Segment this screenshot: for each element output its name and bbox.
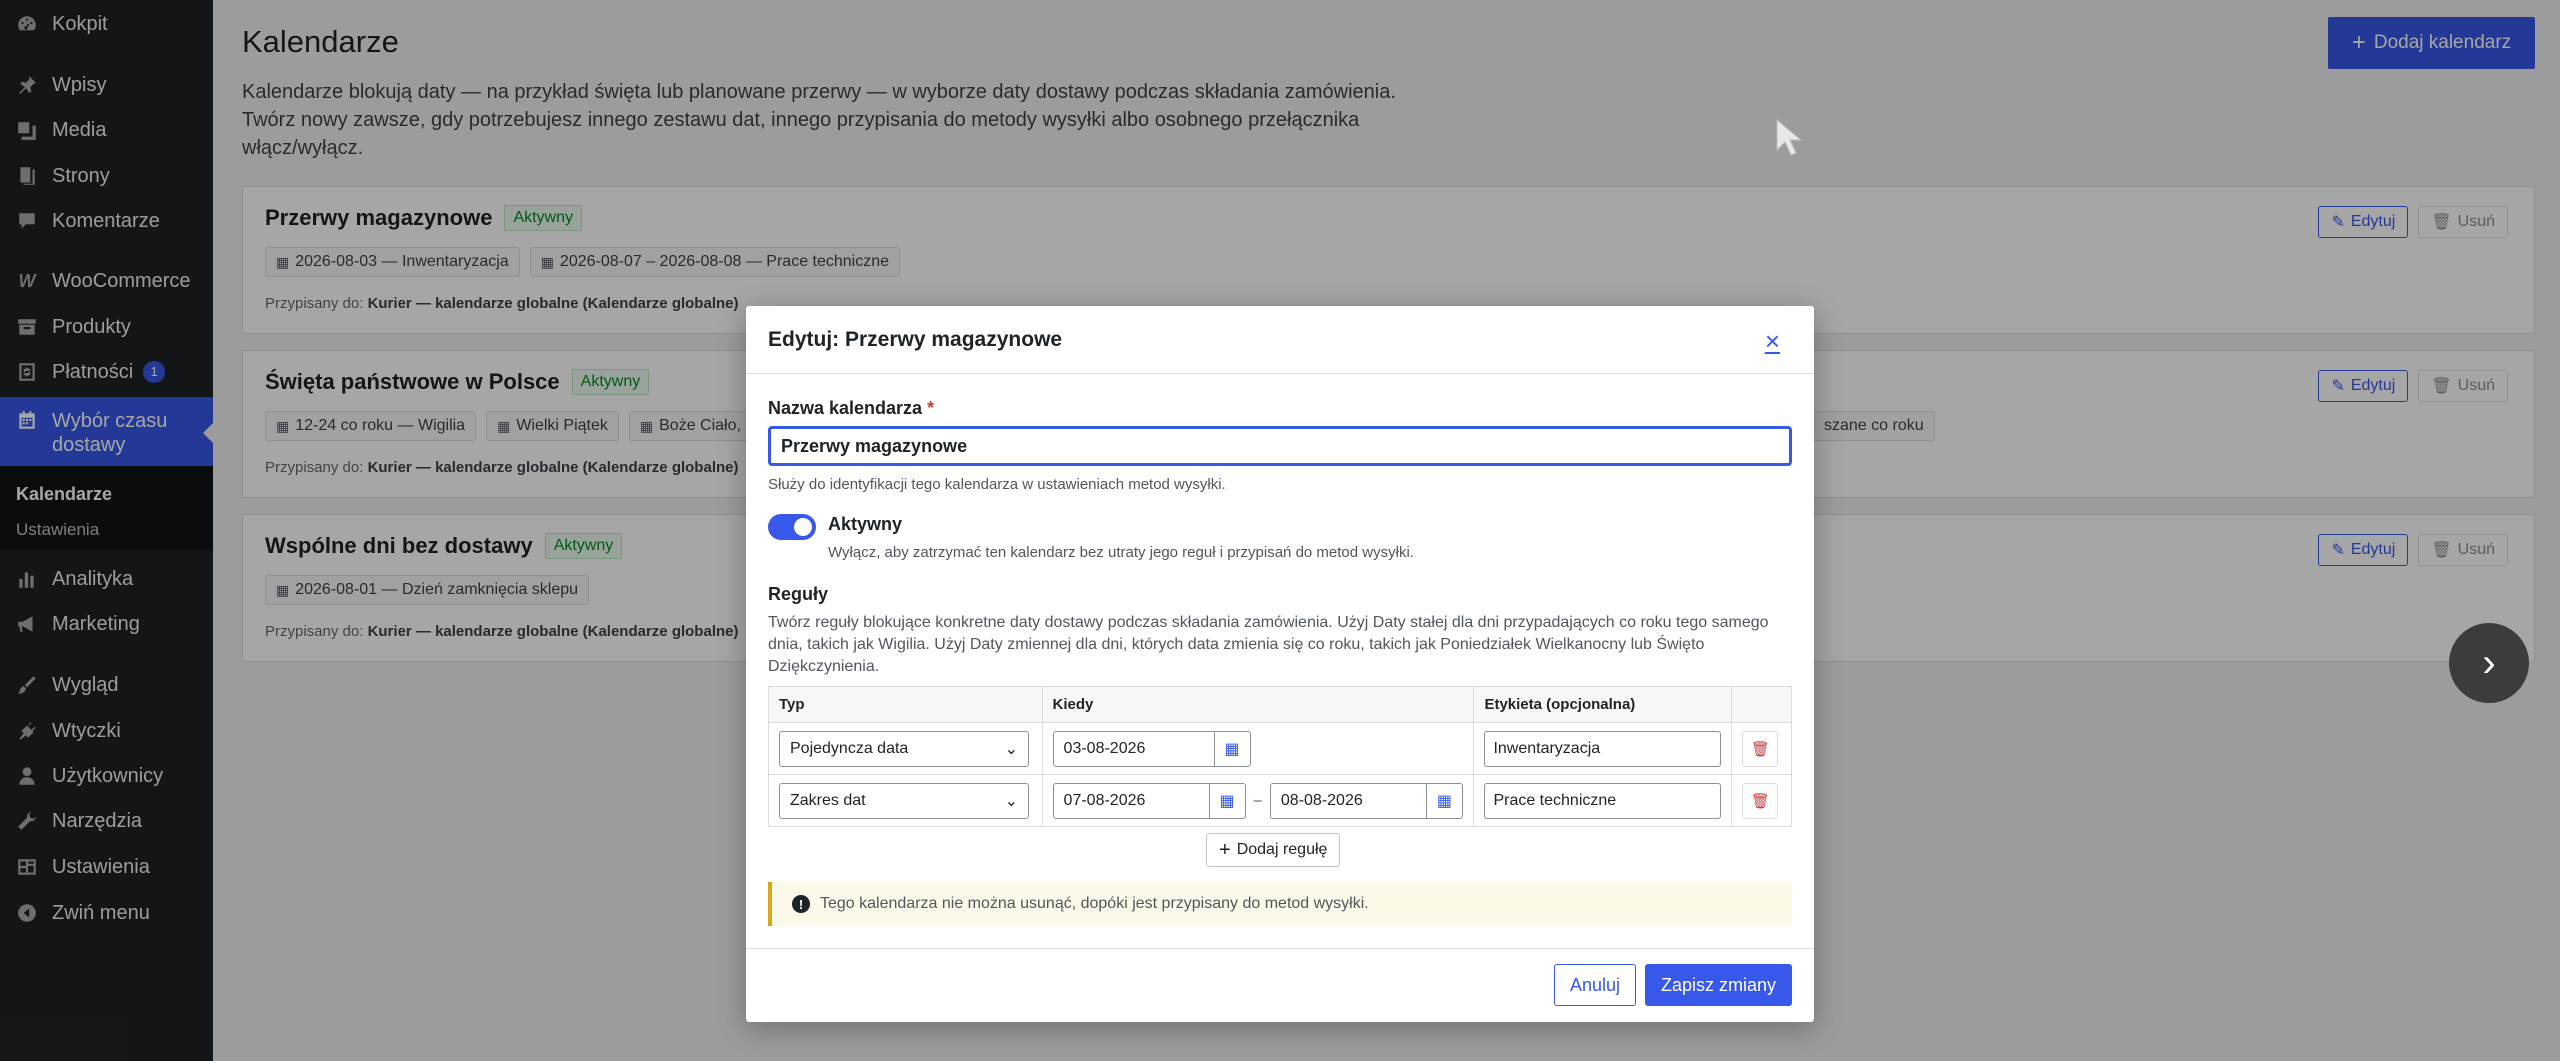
rule-label-input[interactable]: Prace techniczne [1484, 782, 1722, 819]
chevron-down-icon: ⌄ [1004, 792, 1018, 810]
cancel-button[interactable]: Anuluj [1554, 964, 1636, 1006]
plus-icon: + [1219, 839, 1231, 861]
name-field-label: Nazwa kalendarza * [768, 398, 934, 419]
when-cell: 07-08-2026 ▦ – 08-08-2026 ▦ [1041, 774, 1475, 827]
rules-table: Typ Kiedy Etykieta (opcjonalna) Pojedync… [768, 686, 1792, 827]
label-cell: Prace techniczne [1473, 774, 1733, 827]
name-help-text: Służy do identyfikacji tego kalendarza w… [768, 476, 1226, 493]
rule-type-select[interactable]: Zakres dat ⌄ [779, 782, 1029, 819]
column-header-actions [1731, 686, 1792, 723]
delete-rule-button[interactable]: 🗑 [1742, 782, 1779, 819]
rules-description: Twórz reguły blokujące konkretne daty do… [768, 614, 1769, 675]
table-row: Pojedyncza data ⌄ 03-08-2026 ▦ Inwentary… [768, 722, 1792, 775]
active-toggle-help: Wyłącz, aby zatrzymać ten kalendarz bez … [828, 544, 1414, 561]
date-from-input[interactable]: 03-08-2026 ▦ [1052, 730, 1251, 767]
trash-icon: 🗑 [1750, 740, 1770, 758]
modal-header: Edytuj: Przerwy magazynowe × [746, 306, 1814, 374]
type-cell: Zakres dat ⌄ [768, 774, 1043, 827]
rule-label-input[interactable]: Inwentaryzacja [1484, 730, 1722, 767]
save-button[interactable]: Zapisz zmiany [1645, 964, 1792, 1006]
column-header-type: Typ [768, 686, 1043, 723]
when-cell: 03-08-2026 ▦ [1041, 722, 1475, 775]
actions-cell: 🗑 [1731, 774, 1792, 827]
active-toggle-label: Aktywny [828, 514, 903, 534]
warning-icon: ! [792, 895, 810, 913]
notice-text: Tego kalendarza nie można usunąć, dopóki… [820, 895, 1369, 912]
rules-label: Reguły [768, 584, 829, 604]
date-value: 07-08-2026 [1063, 791, 1146, 809]
rule-type-value: Pojedyncza data [790, 739, 909, 757]
date-from-input[interactable]: 07-08-2026 ▦ [1052, 782, 1246, 819]
warning-notice: ! Tego kalendarza nie można usunąć, dopó… [768, 882, 1792, 926]
label-cell: Inwentaryzacja [1473, 722, 1733, 775]
required-marker: * [927, 398, 935, 418]
chevron-down-icon: ⌄ [1004, 740, 1018, 758]
date-to-input[interactable]: 08-08-2026 ▦ [1269, 782, 1463, 819]
table-header-row: Typ Kiedy Etykieta (opcjonalna) [768, 686, 1792, 723]
edit-calendar-modal: Edytuj: Przerwy magazynowe × Nazwa kalen… [746, 306, 1814, 1022]
active-toggle[interactable] [768, 514, 816, 540]
calendar-icon[interactable]: ▦ [1425, 783, 1462, 818]
calendar-icon[interactable]: ▦ [1213, 731, 1250, 766]
add-rule-button[interactable]: + Dodaj regułę [1206, 833, 1341, 867]
trash-icon: 🗑 [1750, 792, 1770, 810]
column-header-when: Kiedy [1041, 686, 1475, 723]
rule-type-value: Zakres dat [790, 791, 866, 809]
chevron-right-icon: › [2482, 640, 2496, 685]
date-value: 08-08-2026 [1280, 791, 1363, 809]
add-rule-label: Dodaj regułę [1236, 841, 1328, 858]
table-row: Zakres dat ⌄ 07-08-2026 ▦ – 08-08-2026 ▦ [768, 774, 1792, 827]
name-label-text: Nazwa kalendarza [768, 398, 923, 418]
modal-title: Edytuj: Przerwy magazynowe [768, 328, 1063, 351]
calendar-icon[interactable]: ▦ [1208, 783, 1245, 818]
date-value: 03-08-2026 [1063, 739, 1146, 757]
mouse-cursor-icon [1776, 118, 1803, 156]
range-separator: – [1253, 792, 1262, 809]
date-range: 07-08-2026 ▦ – 08-08-2026 ▦ [1052, 782, 1464, 819]
type-cell: Pojedyncza data ⌄ [768, 722, 1043, 775]
close-icon[interactable]: × [1765, 326, 1780, 357]
column-header-label: Etykieta (opcjonalna) [1473, 686, 1733, 723]
next-arrow-button[interactable]: › [2449, 623, 2529, 703]
actions-cell: 🗑 [1731, 722, 1792, 775]
rule-type-select[interactable]: Pojedyncza data ⌄ [779, 730, 1029, 767]
delete-rule-button[interactable]: 🗑 [1742, 730, 1779, 767]
calendar-name-input[interactable] [768, 426, 1792, 466]
